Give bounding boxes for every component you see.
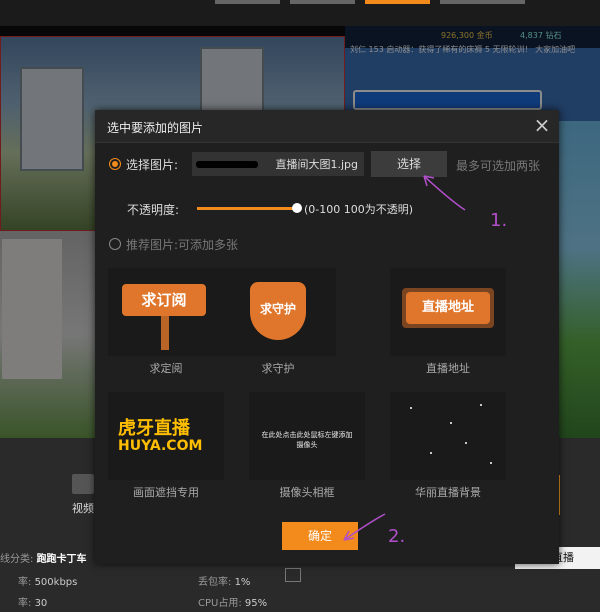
dialog-header: 选中要添加的图片 × — [95, 110, 559, 143]
top-tab[interactable] — [215, 0, 280, 4]
shield-badge: 求守护 — [250, 282, 306, 340]
video-icon[interactable] — [72, 474, 94, 494]
top-tab[interactable] — [290, 0, 355, 4]
tile-caption: 求定阅 — [149, 362, 183, 375]
star — [480, 404, 482, 406]
huya-domain-text: HUYA.COM — [118, 438, 203, 454]
huya-logo-text: 虎牙直播 — [118, 418, 190, 439]
dialog-title: 选中要添加的图片 — [107, 121, 204, 135]
opacity-label: 不透明度: — [127, 203, 180, 217]
tile-thumbnail[interactable]: 直播地址 — [390, 268, 506, 356]
top-bar — [0, 0, 600, 26]
chart-icon[interactable] — [285, 568, 301, 582]
fps-label: 率: — [18, 598, 32, 609]
cpu-value: 95% — [244, 598, 268, 609]
tile-caption: 画面遮挡专用 — [133, 486, 199, 499]
tile-subscribe[interactable]: 求订阅 求定阅 — [108, 268, 224, 378]
category-stat: 线分类: 跑跑卡丁车 — [0, 550, 87, 565]
tile-thumbnail[interactable]: 虎牙直播 HUYA.COM — [108, 392, 224, 480]
recommend-image-label: 推荐图片:可添加多张 — [126, 238, 239, 252]
add-image-dialog: 选中要添加的图片 × 选择图片: 选择 最多可选加两张 不透明度: (0-100… — [95, 110, 559, 564]
tile-screen-cover[interactable]: 虎牙直播 HUYA.COM 画面遮挡专用 — [108, 392, 224, 502]
tile-thumbnail[interactable]: 求守护 — [220, 268, 336, 356]
star — [490, 462, 492, 464]
star — [430, 452, 432, 454]
choose-button[interactable]: 选择 — [371, 151, 447, 177]
tile-guard[interactable]: 求守护 求守护 — [220, 268, 336, 378]
fps-value: 30 — [34, 598, 48, 609]
top-tab[interactable] — [440, 0, 525, 4]
bitrate-value: 500kbps — [34, 577, 78, 588]
packet-loss-value: 1% — [234, 577, 251, 588]
tile-camera-frame[interactable]: 在此处点击此处鼠标左键添加摄像头 摄像头相框 — [249, 392, 365, 502]
select-image-radio[interactable] — [109, 158, 121, 170]
cpu-label: CPU占用: — [198, 598, 242, 609]
cpu-stat: CPU占用: 95% — [198, 594, 267, 609]
tile-stream-address[interactable]: 直播地址 直播地址 — [390, 268, 506, 378]
tile-caption: 摄像头相框 — [279, 486, 335, 499]
bitrate-label: 率: — [18, 577, 32, 588]
tile-fancy-background[interactable]: 华丽直播背景 — [390, 392, 506, 502]
sign-board: 求订阅 — [122, 284, 206, 316]
max-images-hint: 最多可选加两张 — [456, 159, 541, 173]
tile-caption: 直播地址 — [426, 362, 470, 375]
category-value: 跑跑卡丁车 — [36, 554, 87, 565]
opacity-hint: (0-100 100为不透明) — [304, 203, 414, 216]
opacity-slider-handle[interactable] — [292, 203, 302, 213]
category-label: 线分类: — [0, 554, 34, 565]
top-tab-active[interactable] — [365, 0, 430, 4]
redacted-path — [196, 161, 258, 168]
opacity-slider[interactable] — [197, 207, 297, 210]
tile-caption: 求守护 — [261, 362, 295, 375]
star — [465, 442, 467, 444]
camera-frame-hint: 在此处点击此处鼠标左键添加摄像头 — [261, 431, 353, 449]
video-label: 视频 — [72, 502, 94, 515]
fps-stat: 率: 30 — [18, 594, 47, 609]
tile-thumbnail[interactable]: 求订阅 — [108, 268, 224, 356]
confirm-button[interactable]: 确定 — [282, 522, 358, 550]
tile-caption: 华丽直播背景 — [415, 486, 481, 499]
tile-thumbnail[interactable]: 在此处点击此处鼠标左键添加摄像头 — [249, 392, 365, 480]
close-icon[interactable]: × — [533, 115, 551, 135]
bitrate-stat: 率: 500kbps — [18, 573, 77, 588]
packet-loss-stat: 丢包率: 1% — [198, 573, 250, 588]
select-image-label: 选择图片: — [126, 158, 179, 172]
sign-board: 直播地址 — [406, 292, 490, 324]
star — [450, 422, 452, 424]
tile-thumbnail[interactable] — [390, 392, 506, 480]
star — [410, 407, 412, 409]
packet-loss-label: 丢包率: — [198, 577, 232, 588]
recommend-image-radio[interactable] — [109, 238, 121, 250]
